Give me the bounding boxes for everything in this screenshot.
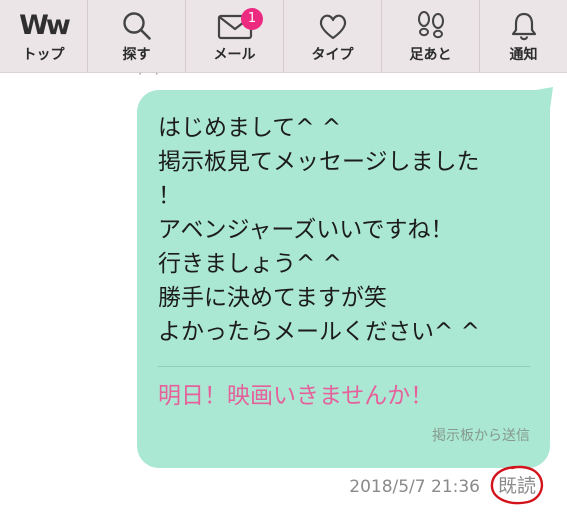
message-line: ！	[158, 183, 181, 209]
tab-footprints-label: 足あと	[409, 47, 452, 63]
footprints-icon	[382, 9, 479, 43]
sent-message-bubble[interactable]: はじめまして^ ^ 掲示板見てメッセージしました ！ アベンジャーズいいですね！…	[137, 90, 550, 468]
message-line: 掲示板見てメッセージしました	[158, 149, 480, 175]
tab-type[interactable]: タイプ	[284, 0, 382, 72]
top-nav-bar: Ww トップ 探す 1 メール タイプ 足あと 通知	[0, 0, 567, 73]
chat-screen: { "nav": { "logo_text": "Ww", "tabs": [ …	[0, 0, 567, 527]
search-icon	[88, 9, 185, 43]
unread-mail-badge: 1	[241, 8, 263, 30]
tab-type-label: タイプ	[311, 47, 354, 63]
tab-top[interactable]: Ww トップ	[0, 0, 88, 72]
message-source-label: 掲示板から送信	[432, 428, 530, 444]
tab-footprints[interactable]: 足あと	[382, 0, 480, 72]
message-timestamp: 2018/5/7 21:36	[349, 477, 480, 497]
tab-mail[interactable]: 1 メール	[186, 0, 284, 72]
message-divider	[158, 366, 530, 367]
message-line: 行きましょう^ ^	[158, 251, 342, 277]
message-line: はじめまして^ ^	[158, 115, 342, 141]
tab-search-label: 探す	[122, 47, 151, 63]
message-line: 勝手に決めてますが笑	[158, 285, 387, 311]
tab-notifications[interactable]: 通知	[480, 0, 567, 72]
app-logo: Ww	[19, 10, 71, 41]
tab-mail-label: メール	[213, 47, 256, 63]
ww-logo-icon: Ww	[0, 9, 87, 43]
message-body: はじめまして^ ^ 掲示板見てメッセージしました ！ アベンジャーズいいですね！…	[158, 111, 538, 349]
envelope-icon	[186, 9, 283, 43]
tab-search[interactable]: 探す	[88, 0, 186, 72]
tab-notifications-label: 通知	[509, 47, 538, 63]
bell-icon	[480, 9, 567, 43]
read-receipt-highlight-circle	[490, 465, 543, 505]
message-line: アベンジャーズいいですね！	[158, 217, 454, 243]
message-highlight-text: 明日！映画いきませんか！	[158, 383, 434, 409]
heart-icon	[284, 9, 381, 43]
tab-top-label: トップ	[22, 47, 65, 63]
message-line: よかったらメールください^ ^	[158, 319, 480, 345]
